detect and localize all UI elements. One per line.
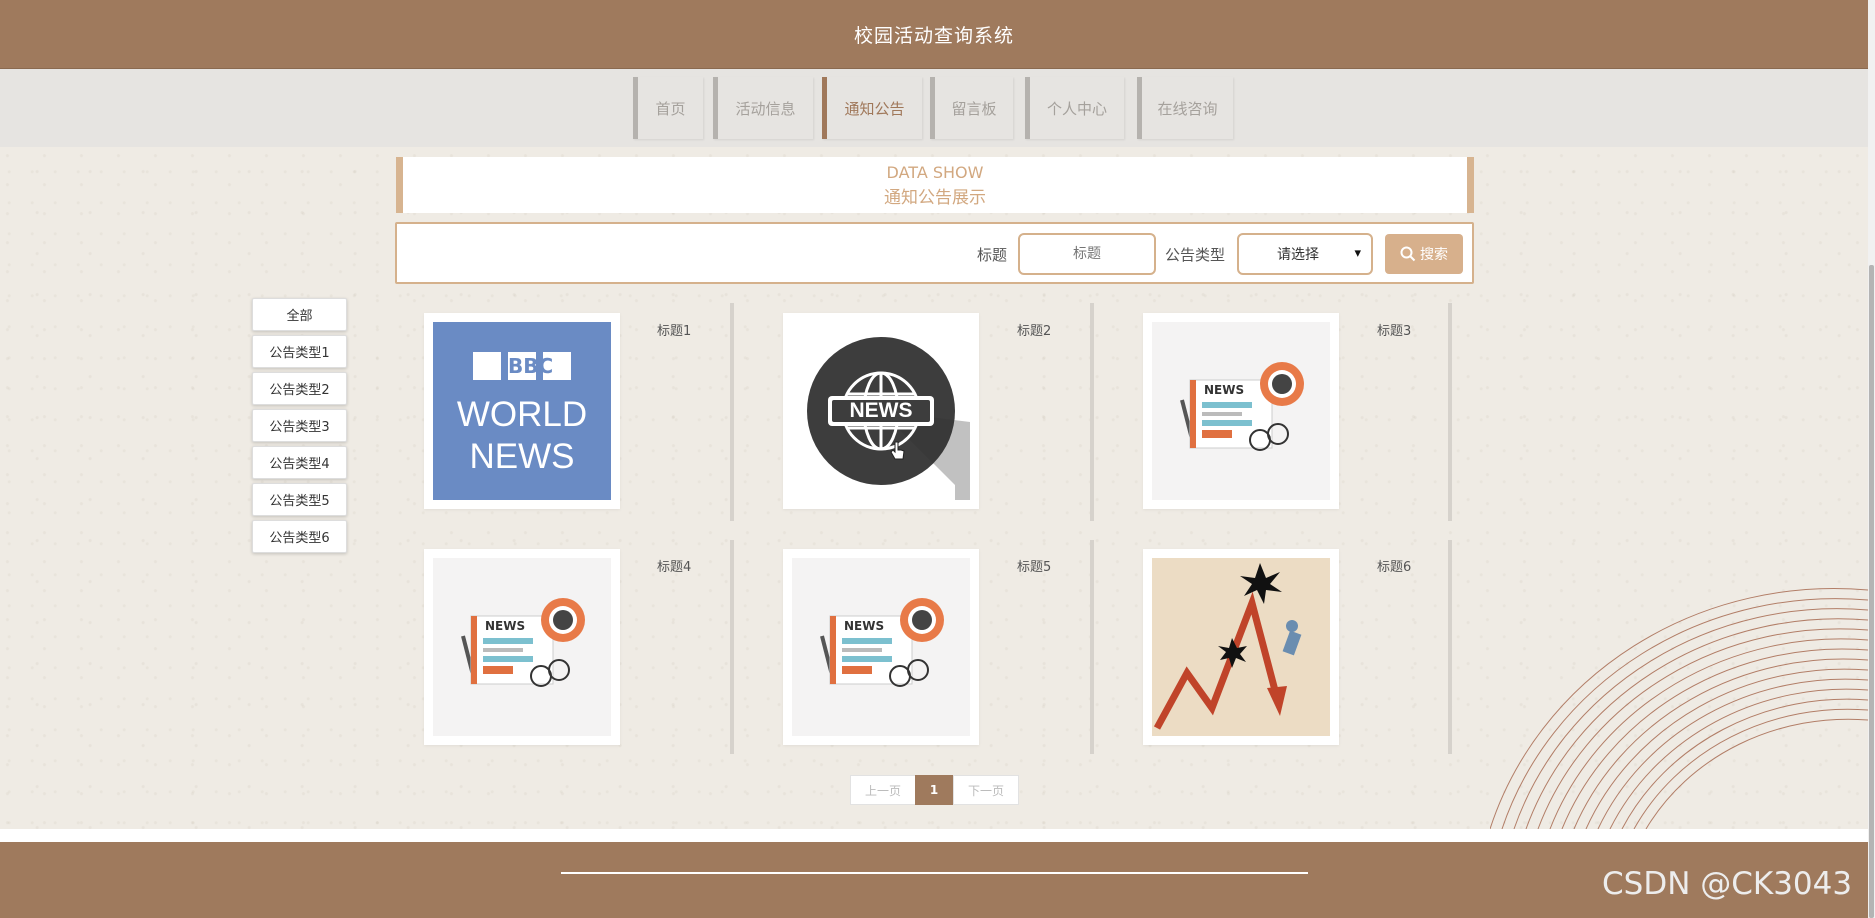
notice-card-image[interactable]: BBC WORLD NEWS: [424, 313, 620, 509]
watermark: CSDN @CK3043: [1602, 866, 1853, 902]
newspaper-label: NEWS: [485, 619, 526, 633]
category-type-4[interactable]: 公告类型4: [252, 446, 347, 479]
category-all[interactable]: 全部: [252, 298, 347, 331]
category-type-3[interactable]: 公告类型3: [252, 409, 347, 442]
newspaper-coffee-image: NEWS: [433, 558, 611, 736]
nav-item-label: 留言板: [951, 99, 997, 118]
card-divider: [1090, 303, 1094, 521]
section-title-box: DATA SHOW 通知公告展示: [396, 157, 1474, 213]
notice-card-title[interactable]: 标题1: [657, 320, 691, 339]
search-button[interactable]: 搜索: [1385, 234, 1463, 274]
card-divider: [730, 540, 734, 754]
page-1-button[interactable]: 1: [915, 775, 953, 805]
stock-crash-icon: [1153, 563, 1302, 730]
news-globe-image: NEWS: [792, 322, 970, 500]
category-label: 公告类型3: [269, 420, 330, 435]
section-title-en: DATA SHOW: [886, 163, 984, 182]
search-panel: 标题 公告类型 请选择 ▾ 搜索: [395, 222, 1474, 284]
hand-cursor-icon: [890, 441, 905, 460]
chevron-down-icon: ▾: [1354, 246, 1361, 261]
nav-item-home[interactable]: 首页: [633, 77, 703, 139]
notice-card-title[interactable]: 标题4: [657, 556, 691, 575]
category-label: 公告类型1: [269, 346, 330, 361]
notice-card-image[interactable]: NEWS: [783, 549, 979, 745]
type-filter-label: 公告类型: [1165, 246, 1226, 264]
nav-item-label: 在线咨询: [1157, 99, 1218, 118]
nav-item-activities[interactable]: 活动信息: [713, 77, 813, 139]
card-divider: [1448, 303, 1452, 521]
notice-card-title[interactable]: 标题2: [1017, 320, 1051, 339]
next-page-button[interactable]: 下一页: [953, 775, 1019, 805]
current-page-label: 1: [929, 783, 939, 797]
notice-card-image[interactable]: NEWS: [424, 549, 620, 745]
search-button-label: 搜索: [1420, 247, 1448, 263]
decorative-arcs: [1490, 588, 1868, 829]
bbc-world-text: WORLD: [456, 395, 588, 434]
newspaper-label: NEWS: [844, 619, 885, 633]
category-label: 公告类型2: [269, 383, 330, 398]
news-badge-text: NEWS: [849, 399, 913, 422]
nav-item-label: 通知公告: [844, 99, 905, 118]
scrollbar-thumb[interactable]: [1869, 265, 1874, 918]
category-label: 公告类型5: [269, 494, 330, 509]
category-type-2[interactable]: 公告类型2: [252, 372, 347, 405]
newspaper-icon: [820, 598, 944, 687]
main-nav: 首页 活动信息 通知公告 留言板 个人中心 在线咨询: [0, 69, 1868, 147]
category-label: 公告类型4: [269, 457, 330, 472]
site-title: 校园活动查询系统: [853, 25, 1014, 47]
next-page-label: 下一页: [967, 783, 1004, 798]
nav-item-notices[interactable]: 通知公告: [822, 77, 922, 139]
card-divider: [1090, 540, 1094, 754]
prev-page-label: 上一页: [864, 783, 901, 798]
newspaper-icon: [461, 598, 585, 687]
notice-card-title[interactable]: 标题6: [1377, 556, 1411, 575]
nav-item-label: 活动信息: [735, 99, 796, 118]
notice-card-image[interactable]: NEWS: [783, 313, 979, 509]
bbc-letters: BBC: [508, 354, 554, 378]
notice-card-title[interactable]: 标题5: [1017, 556, 1051, 575]
nav-item-message-board[interactable]: 留言板: [930, 77, 1013, 139]
site-footer: [0, 842, 1868, 918]
type-select[interactable]: 请选择 ▾: [1237, 233, 1373, 275]
category-label: 公告类型6: [269, 531, 330, 546]
bbc-world-news-image: BBC WORLD NEWS: [433, 322, 611, 500]
category-type-6[interactable]: 公告类型6: [252, 520, 347, 553]
nav-item-label: 首页: [655, 99, 686, 118]
card-divider: [1448, 540, 1452, 754]
nav-item-online-consult[interactable]: 在线咨询: [1137, 77, 1233, 139]
card-divider: [730, 303, 734, 521]
footer-spacer: [0, 829, 1868, 842]
type-select-value: 请选择: [1277, 247, 1319, 263]
notice-card-image[interactable]: NEWS: [1143, 313, 1339, 509]
site-header: 校园活动查询系统: [0, 0, 1868, 69]
falling-chart-image: [1152, 558, 1330, 736]
title-filter-label: 标题: [977, 246, 1008, 264]
notice-card-image[interactable]: [1143, 549, 1339, 745]
category-type-5[interactable]: 公告类型5: [252, 483, 347, 516]
newspaper-label: NEWS: [1204, 383, 1245, 397]
category-type-1[interactable]: 公告类型1: [252, 335, 347, 368]
notice-card-title[interactable]: 标题3: [1377, 320, 1411, 339]
title-search-input[interactable]: [1018, 233, 1156, 275]
section-title-cn: 通知公告展示: [884, 188, 986, 208]
footer-divider: [561, 872, 1308, 874]
bbc-news-text: NEWS: [469, 437, 575, 476]
search-icon: [1400, 246, 1416, 262]
newspaper-icon: [1180, 362, 1304, 451]
newspaper-coffee-image: NEWS: [1152, 322, 1330, 500]
prev-page-button[interactable]: 上一页: [850, 775, 916, 805]
nav-item-label: 个人中心: [1046, 99, 1107, 118]
category-label: 全部: [286, 309, 313, 324]
nav-item-personal-center[interactable]: 个人中心: [1025, 77, 1124, 139]
newspaper-coffee-image: NEWS: [792, 558, 970, 736]
